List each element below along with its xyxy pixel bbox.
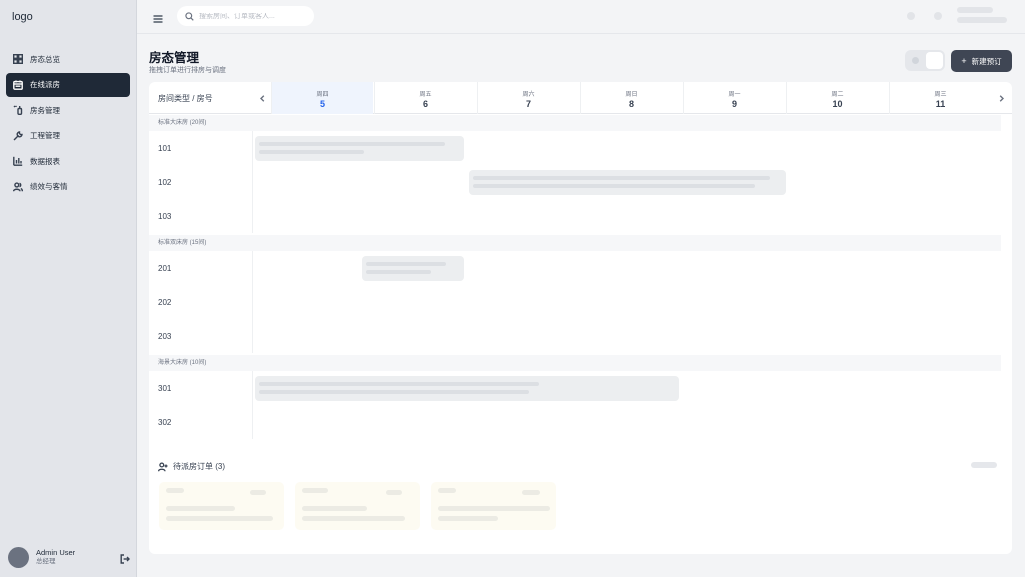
divider bbox=[252, 371, 253, 439]
page-title: 房态管理 bbox=[149, 51, 200, 65]
day-of-week: 周四 bbox=[316, 92, 329, 98]
day-of-week: 周二 bbox=[831, 92, 844, 98]
pending-order-card[interactable] bbox=[159, 482, 284, 530]
hamburger-menu-icon[interactable] bbox=[153, 11, 163, 23]
pending-orders-title: 待派房订单 (3) bbox=[158, 461, 225, 472]
day-number: 8 bbox=[628, 99, 634, 109]
sidebar-item-label: 工程管理 bbox=[30, 131, 60, 141]
sidebar-item-performance[interactable]: 绩效与客情 bbox=[6, 175, 130, 199]
day-number: 11 bbox=[935, 99, 946, 109]
divider bbox=[252, 131, 253, 233]
room-number: 103 bbox=[158, 212, 172, 221]
chevron-right-icon[interactable] bbox=[994, 91, 1008, 105]
day-column-header[interactable]: 周六 7 bbox=[477, 82, 579, 114]
pending-order-card[interactable] bbox=[431, 482, 556, 530]
plus-icon: + bbox=[961, 56, 967, 66]
search-box[interactable] bbox=[177, 6, 314, 26]
profile-placeholder bbox=[957, 7, 993, 13]
page-subtitle: 拖拽订单进行排房与调度 bbox=[149, 67, 226, 74]
calendar-icon bbox=[12, 79, 23, 90]
day-of-week: 周五 bbox=[419, 92, 432, 98]
room-number: 201 bbox=[158, 264, 172, 273]
day-column-header[interactable]: 周一 9 bbox=[683, 82, 785, 114]
sidebar-item-housekeeping[interactable]: 房务管理 bbox=[6, 98, 130, 122]
logout-icon[interactable] bbox=[120, 551, 132, 564]
search-input[interactable] bbox=[199, 12, 309, 20]
room-group-label: 标准双床房 (15间) bbox=[149, 235, 1001, 251]
top-bar bbox=[137, 0, 1025, 34]
sidebar-item-label: 在线派房 bbox=[30, 80, 60, 90]
sidebar-item-online-dispatch[interactable]: 在线派房 bbox=[6, 72, 130, 97]
user-info: Admin User 总经理 bbox=[36, 548, 120, 566]
chevron-left-icon[interactable] bbox=[255, 91, 269, 105]
bar-chart-icon bbox=[12, 156, 23, 167]
user-plus-icon bbox=[158, 461, 168, 471]
room-group-label: 标准大床房 (20间) bbox=[149, 115, 1001, 131]
day-of-week: 周六 bbox=[522, 92, 535, 98]
logo: logo bbox=[12, 11, 33, 23]
sidebar-item-label: 房态总览 bbox=[30, 54, 60, 64]
room-number: 101 bbox=[158, 144, 172, 153]
day-number: 10 bbox=[832, 99, 843, 109]
day-of-week: 周一 bbox=[728, 92, 741, 98]
room-column-label: 房间类型 / 房号 bbox=[158, 94, 213, 103]
pending-order-card[interactable] bbox=[295, 482, 420, 530]
toggle-option-selected bbox=[926, 52, 943, 69]
day-of-week: 周日 bbox=[625, 92, 638, 98]
day-number: 9 bbox=[731, 99, 737, 109]
sidebar-nav: 房态总览 在线派房 房务管理 工程管理 数据报表 绩效与客情 bbox=[6, 47, 130, 201]
search-icon bbox=[185, 11, 194, 21]
room-number: 302 bbox=[158, 418, 172, 427]
pending-action-placeholder[interactable] bbox=[971, 462, 997, 468]
room-number: 203 bbox=[158, 332, 172, 341]
sidebar-item-label: 绩效与客情 bbox=[30, 182, 68, 192]
view-toggle[interactable] bbox=[905, 50, 945, 71]
sidebar-item-label: 数据报表 bbox=[30, 156, 60, 166]
pending-orders-label: 待派房订单 (3) bbox=[173, 462, 225, 471]
new-booking-button[interactable]: + 新建预订 bbox=[951, 50, 1012, 72]
booking-block[interactable] bbox=[362, 256, 464, 281]
room-calendar: 房间类型 / 房号 周四 5 周五 6 周六 7 周日 8 周一 9 周二 10… bbox=[149, 82, 1012, 554]
day-column-header[interactable]: 周二 10 bbox=[786, 82, 888, 114]
sidebar-item-room-overview[interactable]: 房态总览 bbox=[6, 47, 130, 71]
user-role: 总经理 bbox=[36, 557, 56, 565]
sidebar-item-engineering[interactable]: 工程管理 bbox=[6, 124, 130, 148]
room-group-label: 海景大床房 (10间) bbox=[149, 355, 1001, 371]
booking-block[interactable] bbox=[469, 170, 786, 195]
day-column-header[interactable]: 周五 6 bbox=[374, 82, 476, 114]
day-number: 5 bbox=[319, 99, 325, 109]
user-name: Admin User bbox=[36, 548, 76, 558]
settings-icon[interactable] bbox=[934, 12, 942, 20]
day-number: 6 bbox=[422, 99, 428, 109]
users-icon bbox=[12, 181, 23, 192]
booking-block[interactable] bbox=[255, 376, 679, 401]
divider bbox=[252, 251, 253, 353]
new-booking-label: 新建预订 bbox=[971, 56, 1002, 66]
profile-placeholder bbox=[957, 17, 1007, 23]
day-column-header[interactable]: 周四 5 bbox=[271, 82, 373, 114]
booking-block[interactable] bbox=[255, 136, 464, 161]
toggle-option bbox=[912, 57, 919, 64]
day-column-header[interactable]: 周三 11 bbox=[889, 82, 991, 114]
calendar-header: 房间类型 / 房号 周四 5 周五 6 周六 7 周日 8 周一 9 周二 10… bbox=[149, 82, 1012, 114]
room-number: 301 bbox=[158, 384, 172, 393]
day-number: 7 bbox=[525, 99, 531, 109]
user-profile: Admin User 总经理 bbox=[8, 546, 132, 568]
wrench-icon bbox=[12, 130, 23, 141]
day-of-week: 周三 bbox=[934, 92, 947, 98]
sidebar: logo 房态总览 在线派房 房务管理 工程管理 数据报表 绩效与客情 Admi… bbox=[0, 0, 137, 577]
room-number: 202 bbox=[158, 298, 172, 307]
day-column-header[interactable]: 周日 8 bbox=[580, 82, 682, 114]
sidebar-item-label: 房务管理 bbox=[30, 105, 60, 115]
sidebar-item-reports[interactable]: 数据报表 bbox=[6, 149, 130, 173]
room-number: 102 bbox=[158, 178, 172, 187]
notification-icon[interactable] bbox=[907, 12, 915, 20]
dashboard-grid-icon bbox=[12, 54, 23, 65]
broom-icon bbox=[12, 105, 23, 116]
avatar[interactable] bbox=[8, 546, 29, 568]
